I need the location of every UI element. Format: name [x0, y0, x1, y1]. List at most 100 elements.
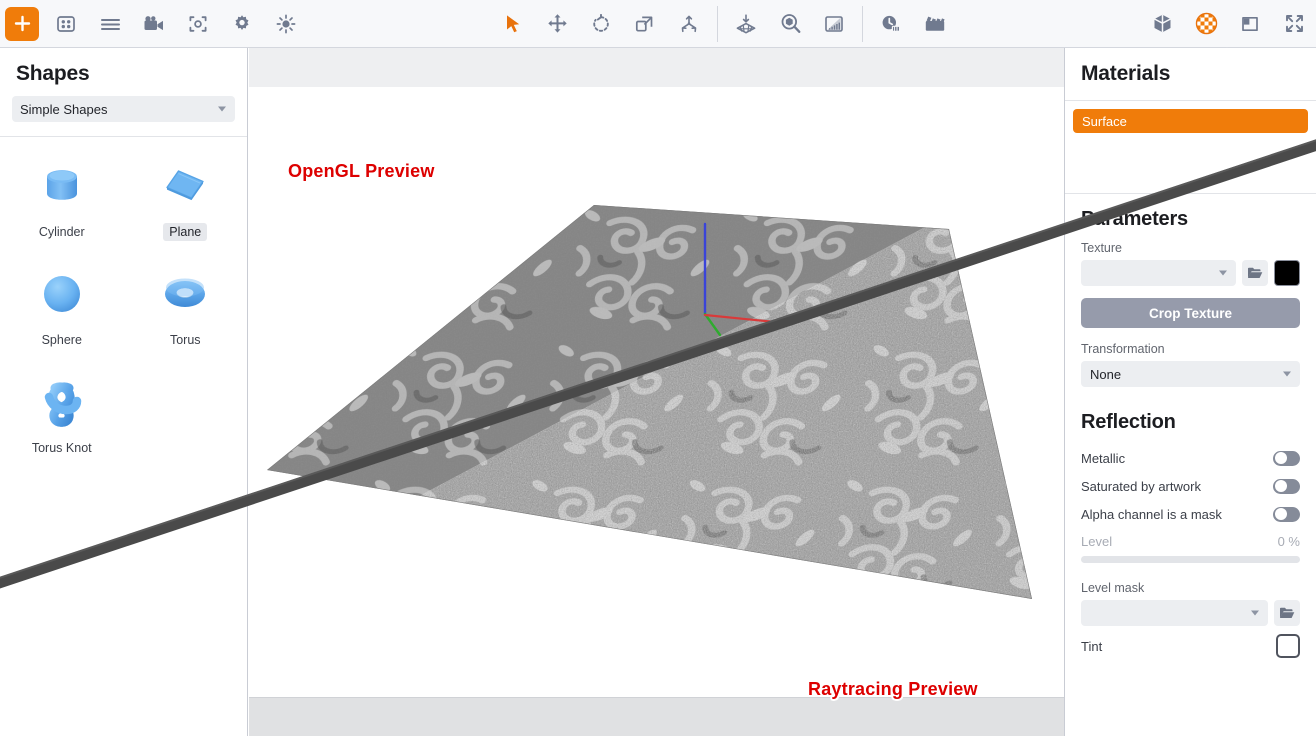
texture-browse-button[interactable]: [1242, 260, 1268, 286]
shape-label-sphere: Sphere: [41, 333, 82, 347]
toolbar-time-group: [869, 0, 957, 48]
shapes-grid: Cylinder Plane Sphere Torus Torus Knot: [0, 137, 247, 457]
materials-header: Materials: [1065, 48, 1316, 100]
viewport-bottom-bar: [249, 697, 1064, 736]
shape-label-torus: Torus: [169, 333, 201, 347]
move-tool-button[interactable]: [540, 7, 574, 41]
materials-panel-title: Materials: [1081, 62, 1171, 85]
shape-item-plane[interactable]: Plane: [124, 155, 248, 241]
materials-list: Surface: [1065, 101, 1316, 193]
raytracing-preview-label: Raytracing Preview: [808, 679, 978, 699]
toggle-knob: [1274, 480, 1287, 492]
application-window: Shapes Simple Shapes Cylinder Plane Sphe…: [0, 0, 1316, 736]
main-toolbar: [0, 0, 1316, 48]
select-tool-button[interactable]: [496, 7, 530, 41]
material-item-label: Surface: [1082, 113, 1127, 129]
shapes-panel: Shapes Simple Shapes Cylinder Plane Sphe…: [0, 48, 248, 736]
toolbar-render-group: [724, 0, 856, 48]
list-button[interactable]: [93, 7, 127, 41]
tint-color-swatch[interactable]: [1276, 634, 1300, 658]
toggle-alpha-channel-mask[interactable]: [1273, 506, 1300, 522]
focus-button[interactable]: [181, 7, 215, 41]
chevron-down-icon: [218, 106, 226, 112]
materials-panel: Materials Surface Parameters Texture Cro…: [1064, 48, 1316, 736]
level-mask-field-label: Level mask: [1081, 581, 1145, 595]
plane-shape-icon: [154, 155, 216, 217]
toggle-row-alpha-mask: Alpha channel is a mask: [1065, 500, 1316, 528]
level-mask-field-row: [1065, 600, 1316, 626]
toggle-row-saturated: Saturated by artwork: [1065, 472, 1316, 500]
texture-field-row: [1065, 260, 1316, 286]
transformation-field-label: Transformation: [1081, 342, 1165, 356]
level-mask-select[interactable]: [1081, 600, 1268, 626]
scale-tool-button[interactable]: [628, 7, 662, 41]
viewport-render[interactable]: [249, 48, 1064, 736]
history-button[interactable]: [874, 7, 908, 41]
shapes-panel-title: Shapes: [16, 62, 90, 85]
transformation-select[interactable]: None: [1081, 361, 1300, 387]
torus-knot-shape-icon: [31, 371, 93, 433]
3d-viewport[interactable]: OpenGL Preview Raytracing Preview: [249, 48, 1064, 736]
gradient-button[interactable]: [817, 7, 851, 41]
distribute-tool-button[interactable]: [672, 7, 706, 41]
transformation-select-value: None: [1090, 366, 1122, 382]
add-object-button[interactable]: [5, 6, 39, 41]
reflection-section-title: Reflection: [1081, 411, 1176, 433]
texture-color-swatch[interactable]: [1274, 260, 1300, 286]
shape-item-cylinder[interactable]: Cylinder: [0, 155, 124, 241]
chevron-down-icon: [1283, 371, 1291, 377]
fullscreen-button[interactable]: [1277, 7, 1311, 41]
toolbar-separator-1: [717, 5, 718, 42]
shape-category-wrap: Simple Shapes: [0, 92, 247, 136]
toggle-knob: [1274, 452, 1287, 464]
cylinder-shape-icon: [31, 155, 93, 217]
shape-item-torus-knot[interactable]: Torus Knot: [0, 371, 124, 457]
shape-item-sphere[interactable]: Sphere: [0, 263, 124, 349]
material-view-button[interactable]: [1189, 7, 1223, 41]
light-button[interactable]: [269, 7, 303, 41]
toggle-label-alpha-mask: Alpha channel is a mask: [1081, 506, 1222, 522]
shape-label-torus-knot: Torus Knot: [31, 441, 92, 455]
settings-button[interactable]: [225, 7, 259, 41]
environment-button[interactable]: [773, 7, 807, 41]
toggle-knob: [1274, 508, 1287, 520]
texture-select[interactable]: [1081, 260, 1236, 286]
tint-row: Tint: [1065, 626, 1316, 666]
grid-layout-button[interactable]: [49, 7, 83, 41]
toggle-row-metallic: Metallic: [1065, 444, 1316, 472]
material-item-surface[interactable]: Surface: [1073, 109, 1308, 133]
transformation-field-row: None: [1065, 361, 1316, 387]
toggle-label-saturated: Saturated by artwork: [1081, 478, 1201, 494]
level-mask-browse-button[interactable]: [1274, 600, 1300, 626]
panel-toggle-button[interactable]: [1233, 7, 1267, 41]
level-label: Level: [1081, 533, 1113, 549]
sphere-shape-icon: [31, 263, 93, 325]
level-slider[interactable]: [1081, 556, 1300, 563]
object-view-button[interactable]: [1145, 7, 1179, 41]
crop-texture-button[interactable]: Crop Texture: [1081, 298, 1300, 328]
level-row: Level 0 %: [1065, 528, 1316, 554]
camera-button[interactable]: [137, 7, 171, 41]
shape-label-cylinder: Cylinder: [38, 225, 85, 239]
chevron-down-icon: [1251, 610, 1259, 616]
perspective-button[interactable]: [729, 7, 763, 41]
level-value: 0 %: [1277, 533, 1300, 549]
toggle-saturated-by-artwork[interactable]: [1273, 478, 1300, 494]
shape-label-plane: Plane: [163, 223, 208, 241]
toggle-label-metallic: Metallic: [1081, 450, 1126, 466]
tint-label: Tint: [1081, 638, 1103, 654]
animation-button[interactable]: [918, 7, 952, 41]
toolbar-right-group: [1140, 0, 1316, 48]
shape-item-torus[interactable]: Torus: [124, 263, 248, 349]
opengl-preview-label: OpenGL Preview: [288, 161, 435, 181]
shape-category-value: Simple Shapes: [20, 101, 108, 117]
folder-open-icon: [1280, 607, 1295, 618]
shape-category-select[interactable]: Simple Shapes: [12, 96, 235, 122]
toggle-metallic[interactable]: [1273, 450, 1300, 466]
rotate-tool-button[interactable]: [584, 7, 618, 41]
toolbar-separator-2: [862, 5, 863, 42]
chevron-down-icon: [1219, 270, 1227, 276]
toolbar-transform-group: [491, 0, 711, 48]
texture-field-label: Texture: [1081, 241, 1122, 255]
torus-shape-icon: [154, 263, 216, 325]
